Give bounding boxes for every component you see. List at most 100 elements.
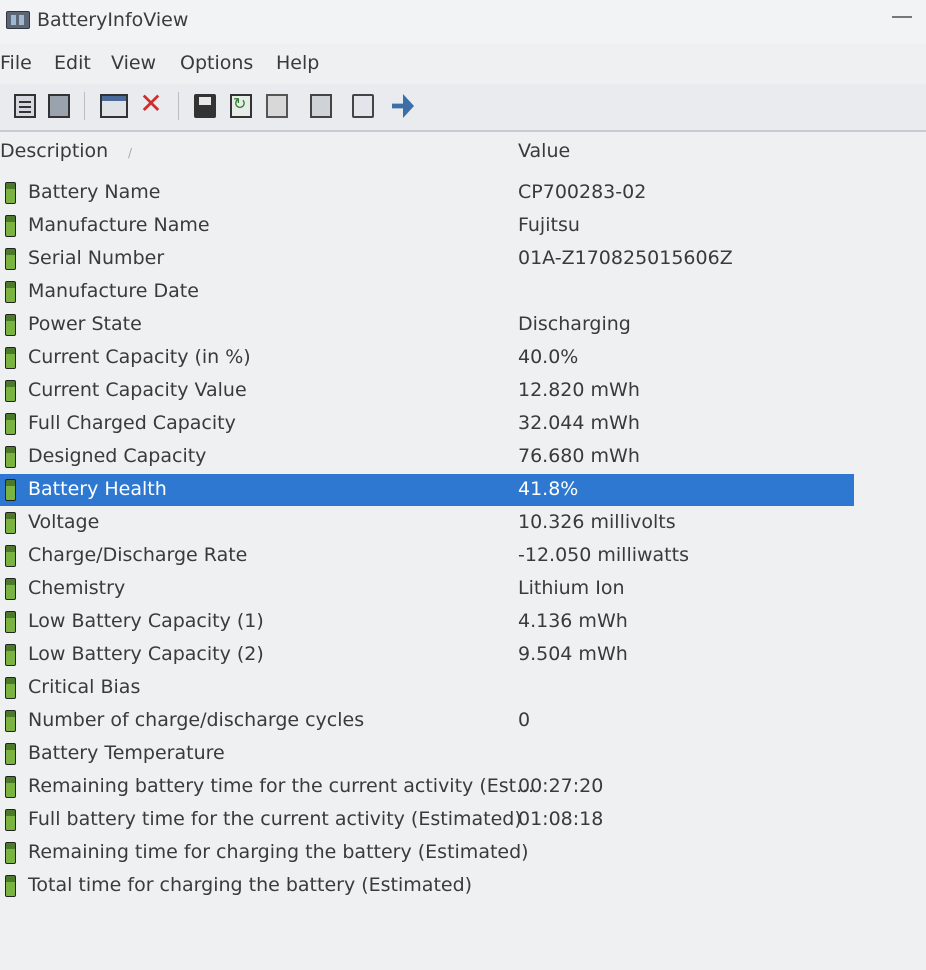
list-item[interactable]: Low Battery Capacity (2) 9.504 mWh	[0, 639, 854, 671]
item-description: Current Capacity (in %)	[28, 346, 251, 368]
item-value: -12.050 milliwatts	[518, 544, 689, 566]
battery-icon	[5, 512, 16, 534]
battery-icon	[5, 248, 16, 270]
item-description: Remaining time for charging the battery …	[28, 841, 529, 863]
menu-options[interactable]: Options	[180, 52, 253, 74]
battery-icon	[5, 644, 16, 666]
item-description: Power State	[28, 313, 142, 335]
find-icon[interactable]	[352, 94, 374, 118]
battery-icon	[5, 413, 16, 435]
list-item[interactable]: Battery Name CP700283-02	[0, 177, 854, 209]
item-value: 01A-Z170825015606Z	[518, 247, 733, 269]
item-value: 01:08:18	[518, 808, 604, 830]
list-item[interactable]: Power State Discharging	[0, 309, 854, 341]
item-description: Battery Name	[28, 181, 161, 203]
list-item[interactable]: Number of charge/discharge cycles 0	[0, 705, 854, 737]
list-item[interactable]: Full Charged Capacity 32.044 mWh	[0, 408, 854, 440]
save-icon[interactable]	[194, 94, 216, 118]
item-value: Fujitsu	[518, 214, 580, 236]
item-description: Battery Health	[28, 478, 167, 500]
item-value: 00:27:20	[518, 775, 604, 797]
battery-icon	[5, 182, 16, 204]
list-item[interactable]: Manufacture Name Fujitsu	[0, 210, 854, 242]
battery-icon	[5, 281, 16, 303]
item-description: Current Capacity Value	[28, 379, 247, 401]
item-value: Lithium Ion	[518, 577, 625, 599]
item-description: Manufacture Name	[28, 214, 210, 236]
battery-icon	[5, 314, 16, 336]
exit-icon[interactable]	[392, 94, 414, 118]
battery-icon	[5, 809, 16, 831]
list-item[interactable]: Battery Temperature	[0, 738, 854, 770]
battery-icon	[5, 446, 16, 468]
document-icon[interactable]	[14, 94, 36, 118]
properties-icon[interactable]	[310, 94, 332, 118]
menu-edit[interactable]: Edit	[54, 52, 91, 74]
menu-file[interactable]: File	[0, 52, 32, 74]
list-item[interactable]: Chemistry Lithium Ion	[0, 573, 854, 605]
window-icon[interactable]	[100, 94, 128, 118]
minimize-button[interactable]	[892, 16, 912, 18]
document-dark-icon[interactable]	[48, 94, 70, 118]
list-item[interactable]: Charge/Discharge Rate -12.050 milliwatts	[0, 540, 854, 572]
battery-icon	[5, 380, 16, 402]
list-item[interactable]: Remaining time for charging the battery …	[0, 837, 854, 869]
item-description: Low Battery Capacity (2)	[28, 643, 264, 665]
list-item[interactable]: Designed Capacity 76.680 mWh	[0, 441, 854, 473]
list-item[interactable]: Remaining battery time for the current a…	[0, 771, 854, 803]
item-description: Battery Temperature	[28, 742, 225, 764]
list-item[interactable]: Serial Number 01A-Z170825015606Z	[0, 243, 854, 275]
battery-info-list[interactable]: Description / Value Battery Name CP700283…	[0, 132, 926, 970]
item-value: 76.680 mWh	[518, 445, 640, 467]
delete-icon[interactable]: ✕	[138, 90, 164, 118]
item-value: 41.8%	[518, 478, 579, 500]
item-value: 4.136 mWh	[518, 610, 628, 632]
battery-icon	[5, 347, 16, 369]
item-value: 32.044 mWh	[518, 412, 640, 434]
toolbar-separator	[178, 92, 179, 120]
item-description: Charge/Discharge Rate	[28, 544, 248, 566]
battery-icon	[5, 215, 16, 237]
list-item[interactable]: Low Battery Capacity (1) 4.136 mWh	[0, 606, 854, 638]
list-item[interactable]: Current Capacity Value 12.820 mWh	[0, 375, 854, 407]
item-description: Remaining battery time for the current a…	[28, 775, 535, 797]
battery-icon	[5, 545, 16, 567]
item-value: Discharging	[518, 313, 631, 335]
item-value: 12.820 mWh	[518, 379, 640, 401]
menu-view[interactable]: View	[111, 52, 156, 74]
item-description: Serial Number	[28, 247, 165, 269]
item-description: Critical Bias	[28, 676, 141, 698]
item-description: Low Battery Capacity (1)	[28, 610, 264, 632]
item-description: Designed Capacity	[28, 445, 207, 467]
battery-icon	[5, 875, 16, 897]
list-item[interactable]: Full battery time for the current activi…	[0, 804, 854, 836]
item-description: Full Charged Capacity	[28, 412, 236, 434]
copy-icon[interactable]	[266, 94, 288, 118]
column-header-value[interactable]: Value	[518, 140, 570, 162]
battery-icon	[5, 842, 16, 864]
battery-icon	[5, 677, 16, 699]
list-item[interactable]: Current Capacity (in %) 40.0%	[0, 342, 854, 374]
toolbar: ✕	[0, 84, 926, 132]
list-item[interactable]: Critical Bias	[0, 672, 854, 704]
sort-indicator-icon: /	[128, 146, 133, 160]
list-item[interactable]: Voltage 10.326 millivolts	[0, 507, 854, 539]
battery-icon	[5, 611, 16, 633]
item-value: 9.504 mWh	[518, 643, 628, 665]
battery-icon	[5, 710, 16, 732]
item-description: Voltage	[28, 511, 100, 533]
item-value: 40.0%	[518, 346, 579, 368]
menu-help[interactable]: Help	[276, 52, 319, 74]
title-bar: BatteryInfoView	[0, 0, 926, 44]
list-item-selected[interactable]: Battery Health 41.8%	[0, 474, 854, 506]
battery-icon	[5, 578, 16, 600]
item-value: 0	[518, 709, 531, 731]
list-item[interactable]: Total time for charging the battery (Est…	[0, 870, 854, 902]
battery-icon	[5, 479, 16, 501]
refresh-icon[interactable]	[230, 94, 252, 118]
column-header-description[interactable]: Description	[0, 140, 108, 162]
item-value: 10.326 millivolts	[518, 511, 676, 533]
list-item[interactable]: Manufacture Date	[0, 276, 854, 308]
battery-icon	[5, 776, 16, 798]
item-description: Chemistry	[28, 577, 126, 599]
